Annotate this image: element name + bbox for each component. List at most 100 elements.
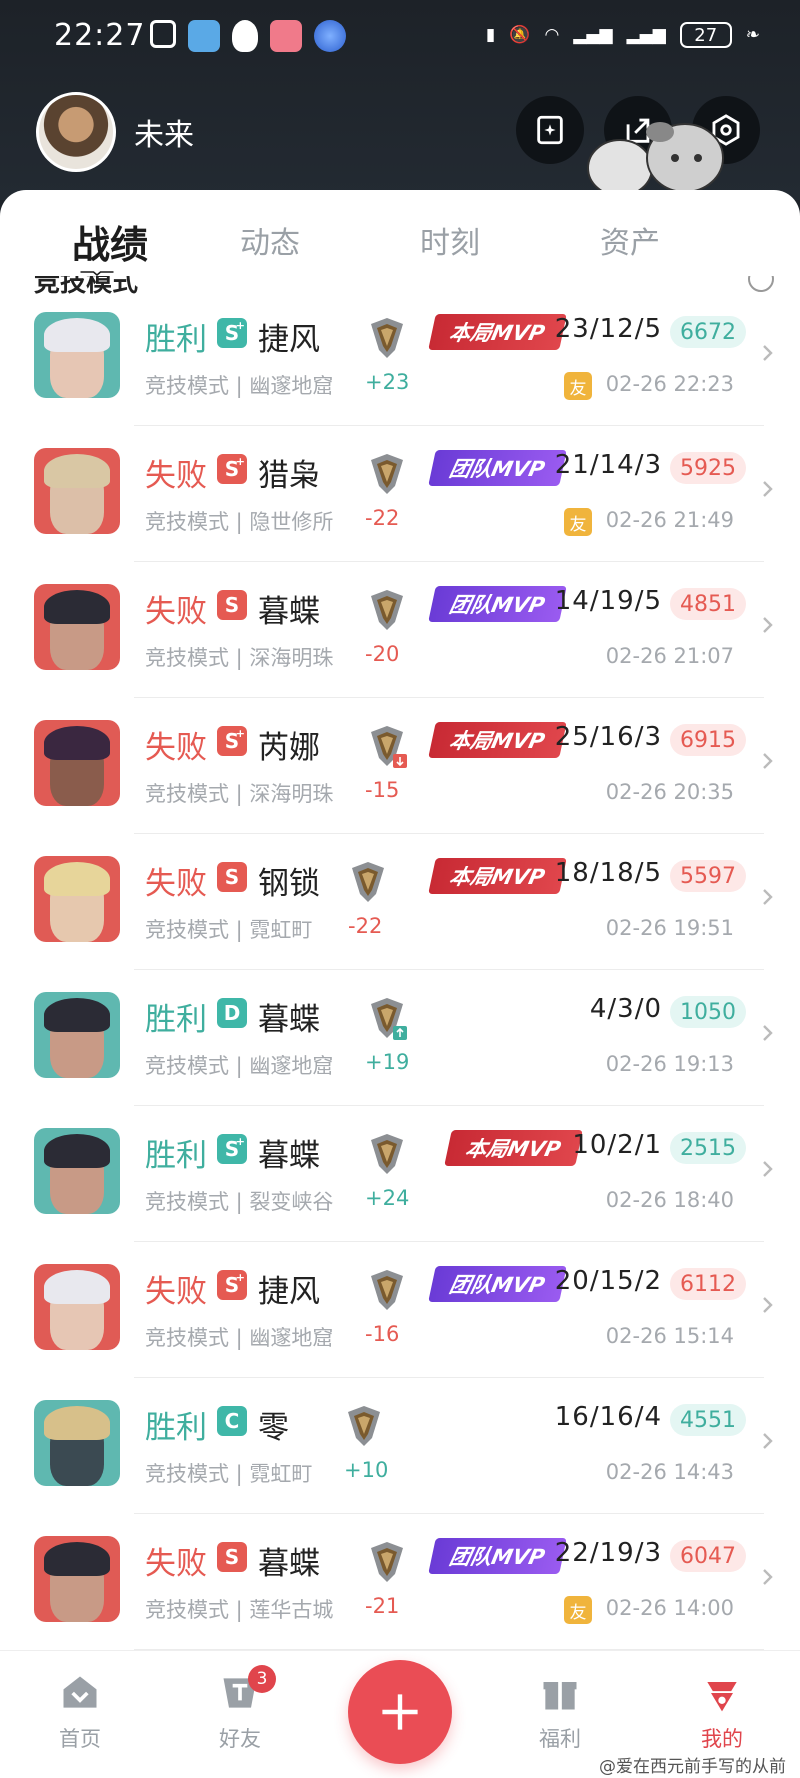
rank-delta: -22: [365, 506, 400, 530]
book-app-icon: [188, 20, 220, 52]
tab-1[interactable]: 动态: [200, 190, 340, 262]
profile-icon: [707, 1682, 737, 1712]
game-app-icon: [270, 20, 302, 52]
mode-map: 竞技模式 | 幽邃地窟: [145, 374, 334, 398]
nav-rewards[interactable]: 福利: [510, 1671, 610, 1753]
rank-icon: [371, 726, 407, 768]
kda: 10/2/1: [572, 1130, 662, 1160]
rank-delta: -16: [365, 1322, 400, 1346]
mode-map: 竞技模式 | 霓虹町: [145, 1462, 313, 1486]
rank-delta: -15: [365, 778, 400, 802]
match-result: 失败: [145, 594, 207, 630]
agent-name: 捷风: [258, 322, 320, 358]
friends-badge: 3: [248, 1665, 276, 1693]
grade-badge: S +: [217, 726, 247, 756]
tab-2[interactable]: 时刻: [380, 190, 520, 262]
rank-delta: -21: [365, 1594, 400, 1618]
chevron-right-icon: [763, 1569, 773, 1585]
grade-badge: S +: [217, 318, 247, 348]
nav-friends[interactable]: 3 好友: [190, 1665, 290, 1753]
agent-name: 暮蝶: [258, 1138, 320, 1174]
tab-0[interactable]: 战绩: [40, 190, 180, 269]
agent-name: 钢锁: [258, 866, 320, 902]
mvp-label: 团队MVP: [447, 457, 547, 481]
mode-map: 竞技模式 | 裂变峡谷: [145, 1190, 334, 1214]
match-datetime: 02-26 14:00: [605, 1596, 734, 1620]
hero-portrait: [34, 992, 120, 1078]
card-edit-button[interactable]: [516, 96, 584, 164]
match-result: 胜利: [145, 1002, 207, 1038]
combat-score: 5925: [670, 452, 746, 484]
match-row[interactable]: 失败 S + 捷风 竞技模式 | 幽邃地窟 -16 团队MVP 20/15/2 6112 02-2…: [0, 1242, 800, 1378]
match-row[interactable]: 胜利 S + 捷风 竞技模式 | 幽邃地窟 +23 本局MVP 23/12/5 6672 友 02-…: [0, 290, 800, 426]
profile-header[interactable]: 未来: [36, 92, 194, 172]
grade-letter: S: [224, 865, 240, 889]
mode-map: 竞技模式 | 幽邃地窟: [145, 1326, 334, 1350]
nav-mine[interactable]: 我的: [672, 1671, 772, 1753]
gift-icon: [543, 1682, 577, 1710]
status-time: 22:27: [54, 18, 146, 53]
rank-icon: [348, 1406, 380, 1446]
mvp-badge: 团队MVP: [428, 586, 567, 622]
match-row[interactable]: 失败 S 暮蝶 竞技模式 | 莲华古城 -21 团队MVP 22/19/3 6047 友 02-2…: [0, 1514, 800, 1650]
rank-icon: [352, 862, 384, 902]
kda: 23/12/5: [554, 314, 662, 344]
nav-mine-label: 我的: [701, 1727, 743, 1751]
match-datetime: 02-26 21:49: [605, 508, 734, 532]
mode-map: 竞技模式 | 深海明珠: [145, 782, 334, 806]
rank-icon: [371, 590, 403, 630]
grade-badge: D: [217, 998, 247, 1028]
battery-indicator: 27: [679, 22, 732, 48]
mode-map: 竞技模式 | 莲华古城: [145, 1598, 334, 1622]
match-row[interactable]: 失败 S + 芮娜 竞技模式 | 深海明珠 -15 本局MVP 25/16/3 6915 02-2…: [0, 698, 800, 834]
match-row[interactable]: 胜利 D 暮蝶 竞技模式 | 幽邃地窟 +19 4/3/0 1050 02-26 19:13: [0, 970, 800, 1106]
agent-name: 暮蝶: [258, 594, 320, 630]
chevron-right-icon: [763, 1297, 773, 1313]
status-right: ▮ 🔕 ◠ ▂▄▆ ▂▄▆ 27 ❧: [486, 22, 760, 48]
match-row[interactable]: 胜利 S + 暮蝶 竞技模式 | 裂变峡谷 +24 本局MVP 10/2/1 2515 02-26…: [0, 1106, 800, 1242]
hero-portrait: [34, 312, 120, 398]
rank-delta: +24: [365, 1186, 410, 1210]
combat-score: 6915: [670, 724, 746, 756]
tab-3[interactable]: 资产: [560, 190, 700, 262]
match-row[interactable]: 失败 S 钢锁 竞技模式 | 霓虹町 -22 本局MVP 18/18/5 5597 02-26 …: [0, 834, 800, 970]
match-datetime: 02-26 22:23: [605, 372, 734, 396]
nfc-icon: [150, 20, 176, 48]
nav-home[interactable]: 首页: [30, 1671, 130, 1753]
hero-portrait: [34, 720, 120, 806]
chevron-right-icon: [763, 753, 773, 769]
mvp-label: 团队MVP: [447, 1273, 547, 1297]
grade-letter: S: [224, 593, 240, 617]
avatar[interactable]: [36, 92, 116, 172]
combat-score: 2515: [670, 1132, 746, 1164]
rank-delta: +19: [365, 1050, 410, 1074]
mascot-illustration: [587, 122, 724, 197]
mute-icon: 🔕: [509, 25, 531, 45]
combat-score: 6047: [670, 1540, 746, 1572]
mvp-label: 本局MVP: [447, 865, 547, 889]
chevron-right-icon: [763, 617, 773, 633]
combat-score: 4551: [670, 1404, 746, 1436]
leaf-icon: ❧: [745, 25, 760, 45]
status-bar: 22:27 ▮ 🔕 ◠ ▂▄▆ ▂▄▆ 27 ❧: [0, 0, 800, 78]
rank-delta: +23: [365, 370, 410, 394]
rank-icon: [371, 1542, 403, 1582]
match-datetime: 02-26 19:13: [605, 1052, 734, 1076]
match-row[interactable]: 胜利 C 零竞技模式 | 霓虹町 +10 16/16/4 4551 02-26 14:43: [0, 1378, 800, 1514]
match-result: 失败: [145, 730, 207, 766]
mode-map: 竞技模式 | 幽邃地窟: [145, 1054, 334, 1078]
match-row[interactable]: 失败 S 暮蝶 竞技模式 | 深海明珠 -20 团队MVP 14/19/5 4851 02-26…: [0, 562, 800, 698]
rank-icon: [371, 1134, 403, 1174]
match-datetime: 02-26 19:51: [605, 916, 734, 940]
add-button[interactable]: [348, 1660, 452, 1764]
tab-bar: 战绩 动态 时刻 资产: [0, 190, 800, 290]
mvp-badge: 团队MVP: [428, 450, 567, 486]
combat-score: 1050: [670, 996, 746, 1028]
mode-map: 竞技模式 | 深海明珠: [145, 646, 334, 670]
match-row[interactable]: 失败 S + 猎枭 竞技模式 | 隐世修所 -22 团队MVP 21/14/3 5925 友 02-…: [0, 426, 800, 562]
mvp-badge: 本局MVP: [428, 722, 567, 758]
content-card: 战绩 动态 时刻 资产 竞技模式 胜利 S + 捷风 竞技模式 | 幽邃地窟 +23 本局MVP 2…: [0, 190, 800, 1650]
mvp-badge: 本局MVP: [428, 314, 567, 350]
hero-portrait: [34, 1400, 120, 1486]
match-datetime: 02-26 14:43: [605, 1460, 734, 1484]
